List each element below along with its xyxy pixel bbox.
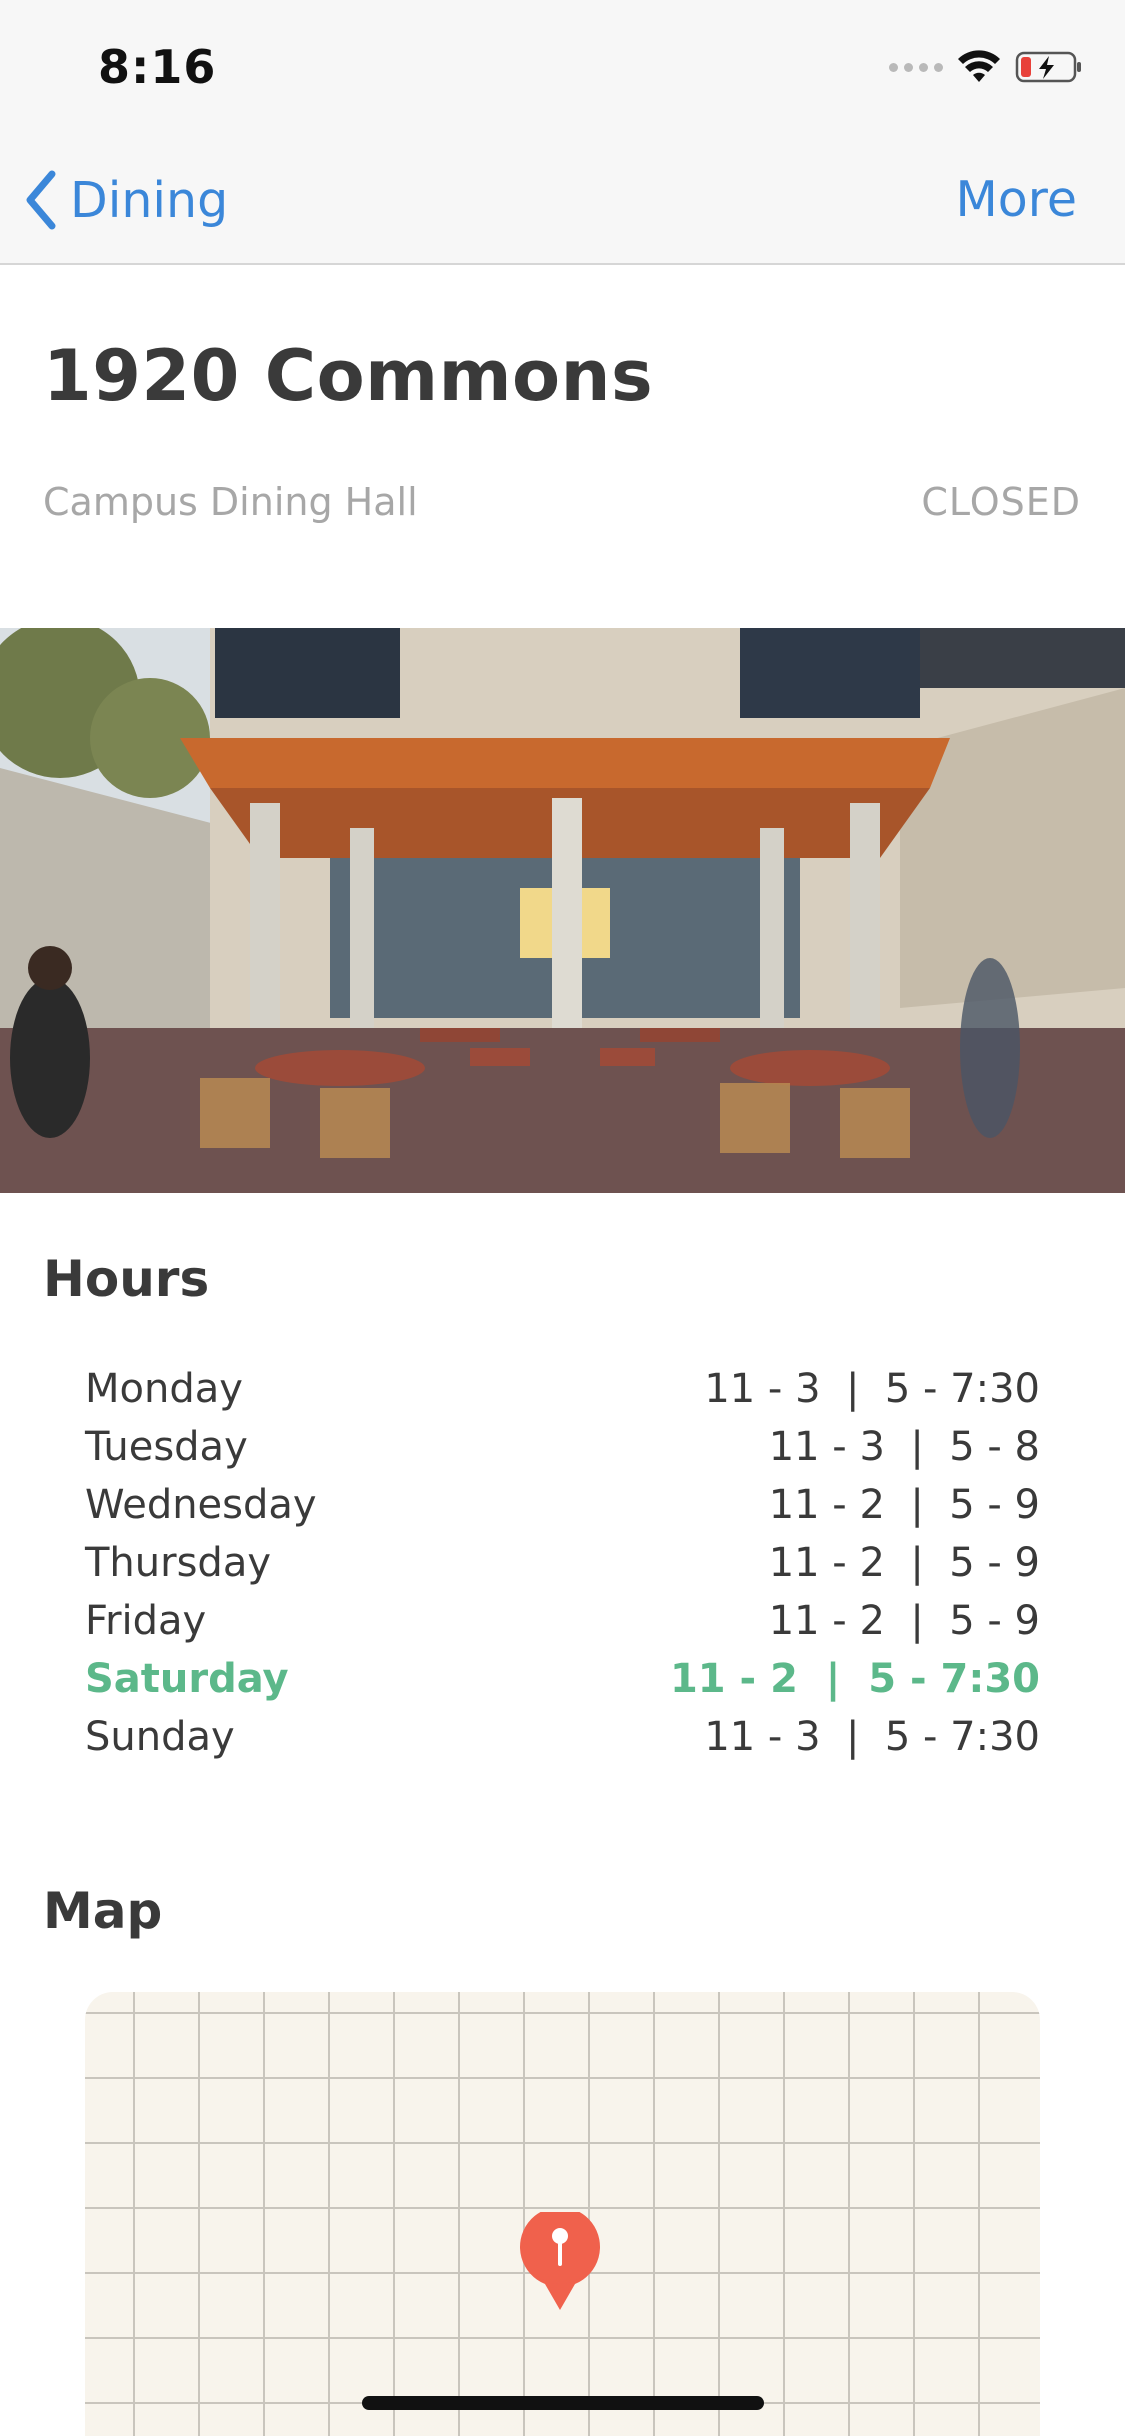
day-label: Monday: [85, 1366, 243, 1412]
hours-value: 11 - 3 | 5 - 8: [768, 1424, 1040, 1470]
dining-hall-photo: [0, 628, 1125, 1193]
hours-row-thursday: Thursday 11 - 2 | 5 - 9: [85, 1534, 1040, 1592]
hours-heading: Hours: [43, 1250, 210, 1308]
venue-type: Campus Dining Hall: [43, 480, 418, 524]
map-pin-icon[interactable]: [517, 2212, 603, 2312]
status-icons: [889, 46, 1083, 88]
hours-value: 11 - 2 | 5 - 7:30: [669, 1656, 1040, 1702]
page-title: 1920 Commons: [43, 335, 654, 417]
hours-row-sunday: Sunday 11 - 3 | 5 - 7:30: [85, 1708, 1040, 1766]
hours-value: 11 - 2 | 5 - 9: [768, 1540, 1040, 1586]
chevron-left-icon: [26, 170, 56, 230]
hours-row-friday: Friday 11 - 2 | 5 - 9: [85, 1592, 1040, 1650]
back-button[interactable]: Dining: [24, 160, 228, 240]
hours-list: Monday 11 - 3 | 5 - 7:30 Tuesday 11 - 3 …: [85, 1360, 1040, 1766]
day-label: Wednesday: [85, 1482, 317, 1528]
battery-charging-icon: [1015, 51, 1081, 83]
day-label: Tuesday: [85, 1424, 248, 1470]
hours-value: 11 - 3 | 5 - 7:30: [704, 1366, 1040, 1412]
day-label: Friday: [85, 1598, 207, 1644]
more-button[interactable]: More: [956, 160, 1077, 240]
hours-row-tuesday: Tuesday 11 - 3 | 5 - 8: [85, 1418, 1040, 1476]
location-map[interactable]: [85, 1992, 1040, 2436]
cellular-signal-icon: [889, 62, 943, 72]
day-label: Thursday: [85, 1540, 271, 1586]
open-status: CLOSED: [921, 480, 1081, 524]
hours-value: 11 - 2 | 5 - 9: [768, 1598, 1040, 1644]
hours-row-wednesday: Wednesday 11 - 2 | 5 - 9: [85, 1476, 1040, 1534]
navigation-header: 8:16 Dining More: [0, 0, 1125, 265]
map-heading: Map: [43, 1882, 163, 1940]
home-indicator[interactable]: [362, 2396, 764, 2410]
status-time: 8:16: [98, 40, 217, 94]
hours-row-monday: Monday 11 - 3 | 5 - 7:30: [85, 1360, 1040, 1418]
wifi-icon: [958, 50, 1000, 82]
back-button-label: Dining: [70, 171, 229, 229]
hours-value: 11 - 2 | 5 - 9: [768, 1482, 1040, 1528]
hours-value: 11 - 3 | 5 - 7:30: [704, 1714, 1040, 1760]
day-label: Saturday: [85, 1656, 289, 1702]
day-label: Sunday: [85, 1714, 235, 1760]
hours-row-saturday: Saturday 11 - 2 | 5 - 7:30: [85, 1650, 1040, 1708]
